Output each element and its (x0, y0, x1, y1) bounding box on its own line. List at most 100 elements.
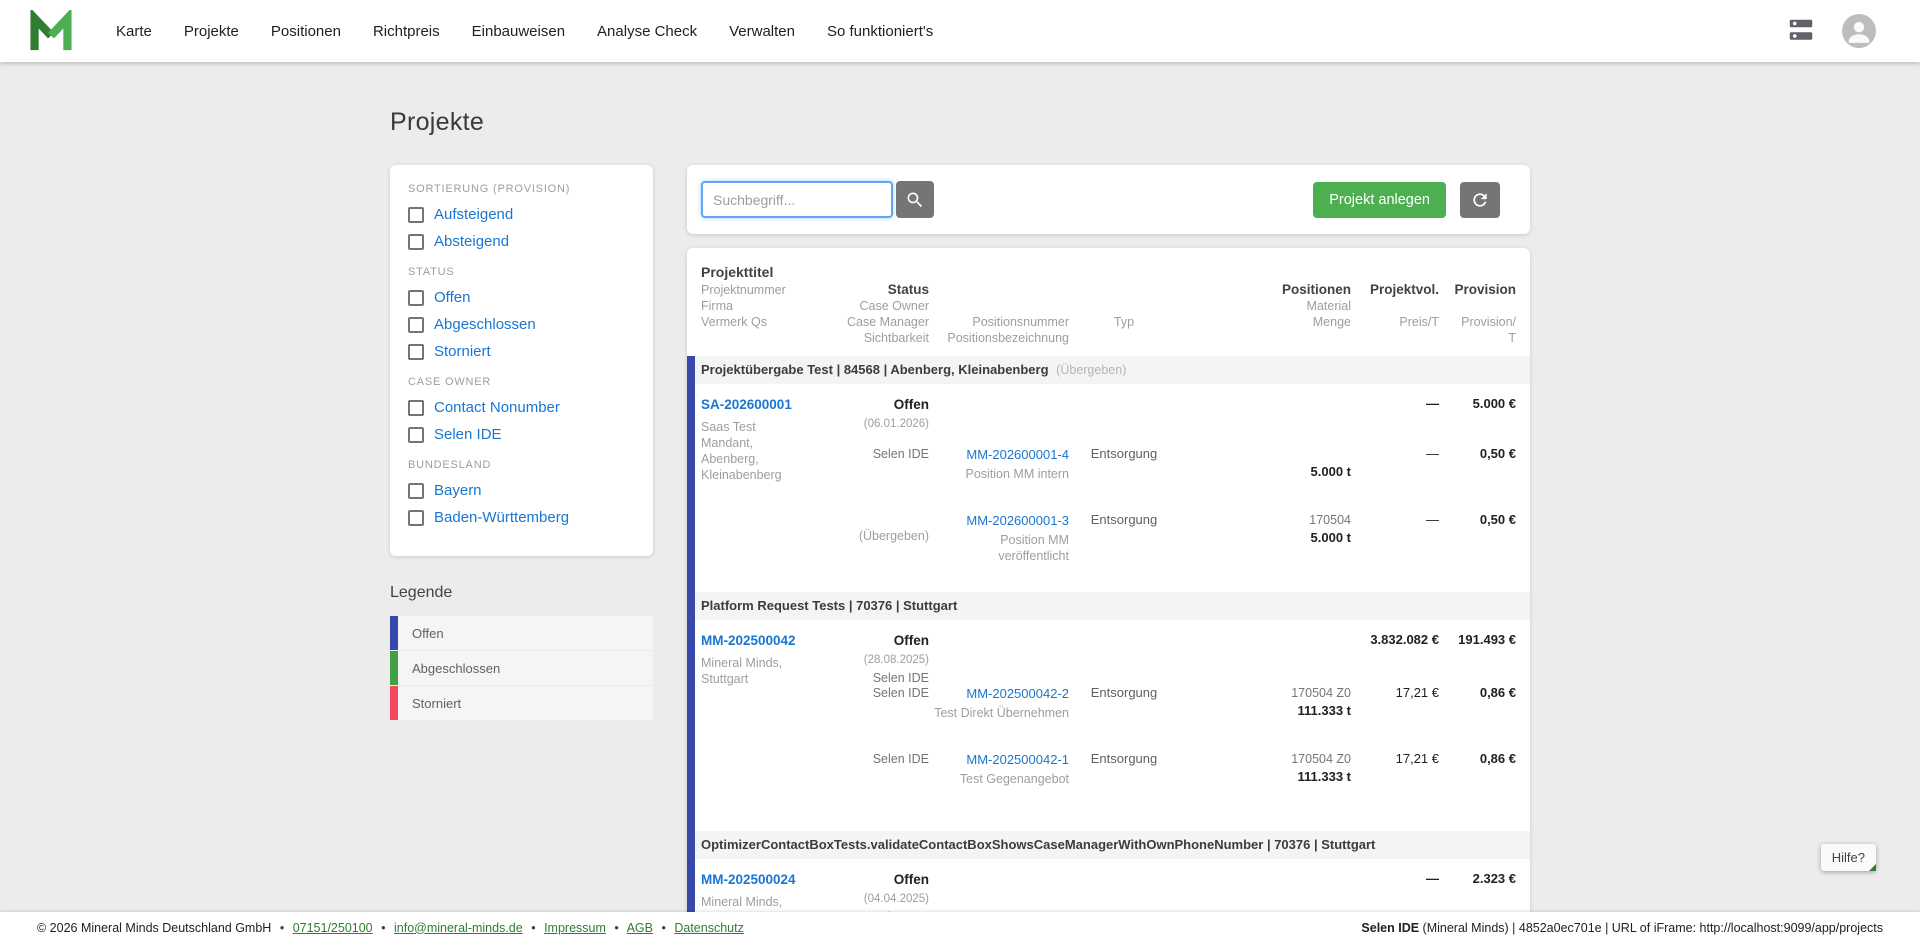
filter-option-baden-wuerttemberg[interactable]: Baden-Württemberg (408, 509, 635, 526)
position-number-link[interactable]: MM-202500042-1 (966, 752, 1069, 767)
footer-info: © 2026 Mineral Minds Deutschland GmbH • … (37, 921, 744, 935)
top-navbar: Karte Projekte Positionen Richtpreis Ein… (0, 0, 1920, 62)
session-info: Selen IDE (Mineral Minds) | 4852a0ec701e… (1361, 921, 1883, 935)
position-number-link[interactable]: MM-202600001-4 (966, 447, 1069, 462)
filter-option-bayern[interactable]: Bayern (408, 482, 635, 499)
footer-link-email[interactable]: info@mineral-minds.de (394, 921, 523, 935)
help-button[interactable]: Hilfe? (1821, 844, 1876, 871)
footer-link-agb[interactable]: AGB (627, 921, 653, 935)
nav-item-richtpreis[interactable]: Richtpreis (373, 23, 440, 40)
position-preis: — (1351, 512, 1439, 564)
nav-item-projekte[interactable]: Projekte (184, 23, 239, 40)
server-icon[interactable] (1786, 16, 1816, 46)
main-navigation: Karte Projekte Positionen Richtpreis Ein… (116, 23, 933, 40)
position-provision: 0,86 € (1439, 751, 1516, 787)
table-header: Projekttitel Projektnummer Firma Vermerk… (687, 248, 1530, 356)
user-avatar[interactable] (1842, 14, 1876, 48)
search-button[interactable] (896, 181, 934, 218)
footer-link-phone[interactable]: 07151/250100 (293, 921, 373, 935)
project-group-header: Platform Request Tests | 70376 | Stuttga… (695, 592, 1530, 620)
position-typ: Entsorgung (1069, 751, 1179, 787)
nav-item-einbauweisen[interactable]: Einbauweisen (472, 23, 565, 40)
nav-item-karte[interactable]: Karte (116, 23, 152, 40)
column-group-provision: Provision Provision/ T (1439, 282, 1516, 346)
project-company: Mineral Minds, Stuttgart (701, 655, 803, 687)
help-corner-decoration (1869, 864, 1876, 871)
project-provision: 5.000 € (1439, 396, 1516, 435)
position-typ: Entsorgung (1069, 446, 1179, 482)
filter-option-selen-ide[interactable]: Selen IDE (408, 426, 635, 443)
position-case-manager: Selen IDE (825, 751, 929, 767)
position-row: Selen IDE MM-202500042-2 Test Direkt Übe… (825, 685, 1516, 751)
project-summary-row: Offen (04.04.2025) Selen IDE — 2.323 € (825, 871, 1516, 912)
project-status-date: (04.04.2025) (864, 893, 929, 905)
position-description: Position MM veröffentlicht (929, 532, 1069, 564)
main-content-area: Projekte SORTIERUNG (PROVISION) Aufsteig… (0, 62, 1920, 912)
project-provision: 2.323 € (1439, 871, 1516, 912)
legend-item-storniert: Storniert (390, 686, 653, 720)
nav-item-analyse-check[interactable]: Analyse Check (597, 23, 697, 40)
project-number-link[interactable]: MM-202500024 (701, 872, 796, 887)
search-input[interactable] (701, 181, 893, 218)
column-group-typ: Typ (1069, 282, 1179, 346)
project-group: OptimizerContactBoxTests.validateContact… (687, 831, 1530, 912)
checkbox-icon[interactable] (408, 344, 424, 360)
filter-section-title-case-owner: CASE OWNER (408, 376, 635, 388)
column-group-status: Status Case Owner Case Manager Sichtbark… (825, 282, 929, 346)
help-button-label: Hilfe? (1832, 850, 1865, 865)
filter-option-offen[interactable]: Offen (408, 289, 635, 306)
legend-title: Legende (390, 584, 653, 602)
position-typ: Entsorgung (1069, 512, 1179, 564)
position-case-manager: Selen IDE (825, 685, 929, 701)
checkbox-icon[interactable] (408, 483, 424, 499)
position-material (1179, 446, 1351, 462)
filter-option-contact-nonumber[interactable]: Contact Nonumber (408, 399, 635, 416)
project-number-link[interactable]: SA-202600001 (701, 397, 792, 412)
filter-option-absteigend[interactable]: Absteigend (408, 233, 635, 250)
checkbox-icon[interactable] (408, 510, 424, 526)
checkbox-icon[interactable] (408, 234, 424, 250)
position-provision: 0,50 € (1439, 446, 1516, 482)
refresh-button[interactable] (1460, 182, 1500, 218)
nav-item-so-funktionierts[interactable]: So funktioniert's (827, 23, 933, 40)
position-provision: 0,86 € (1439, 685, 1516, 721)
position-preis: 17,21 € (1351, 685, 1439, 721)
position-preis: 17,21 € (1351, 751, 1439, 787)
position-number-link[interactable]: MM-202600001-3 (966, 513, 1069, 528)
project-cell: SA-202600001 Saas Test Mandant, Abenberg… (701, 396, 825, 578)
checkbox-icon[interactable] (408, 317, 424, 333)
legend: Legende Offen Abgeschlossen Storniert (390, 584, 653, 720)
project-volume: 3.832.082 € (1351, 632, 1439, 685)
create-project-button[interactable]: Projekt anlegen (1313, 182, 1446, 218)
position-case-manager: Selen IDE (825, 446, 929, 462)
checkbox-icon[interactable] (408, 427, 424, 443)
copyright-text: © 2026 Mineral Minds Deutschland GmbH (37, 921, 271, 935)
position-row: Selen IDE MM-202600001-4 Position MM int… (825, 446, 1516, 512)
footer-link-datenschutz[interactable]: Datenschutz (674, 921, 743, 935)
nav-item-positionen[interactable]: Positionen (271, 23, 341, 40)
checkbox-icon[interactable] (408, 400, 424, 416)
filter-option-aufsteigend[interactable]: Aufsteigend (408, 206, 635, 223)
position-description: Position MM intern (929, 466, 1069, 482)
filter-option-abgeschlossen[interactable]: Abgeschlossen (408, 316, 635, 333)
projects-table: Projekttitel Projektnummer Firma Vermerk… (687, 248, 1530, 912)
project-number-link[interactable]: MM-202500042 (701, 633, 796, 648)
position-menge: 111.333 t (1179, 769, 1351, 784)
nav-item-verwalten[interactable]: Verwalten (729, 23, 795, 40)
project-summary-row: Offen (06.01.2026) — 5.000 € (825, 396, 1516, 446)
position-material: 170504 Z0 (1179, 685, 1351, 701)
checkbox-icon[interactable] (408, 207, 424, 223)
column-group-projekt: Projektnummer Firma Vermerk Qs (701, 282, 825, 346)
position-row: (Übergeben) MM-202600001-3 Position MM v… (825, 512, 1516, 578)
footer: © 2026 Mineral Minds Deutschland GmbH • … (0, 912, 1920, 943)
project-group-title: Platform Request Tests | 70376 | Stuttga… (701, 598, 957, 613)
position-menge: 111.333 t (1179, 703, 1351, 718)
mineral-minds-logo[interactable] (28, 11, 74, 51)
project-volume: — (1351, 871, 1439, 912)
filter-option-storniert[interactable]: Storniert (408, 343, 635, 360)
footer-link-impressum[interactable]: Impressum (544, 921, 606, 935)
project-status: Offen (894, 872, 929, 887)
position-number-link[interactable]: MM-202500042-2 (966, 686, 1069, 701)
legend-item-offen: Offen (390, 616, 653, 650)
checkbox-icon[interactable] (408, 290, 424, 306)
